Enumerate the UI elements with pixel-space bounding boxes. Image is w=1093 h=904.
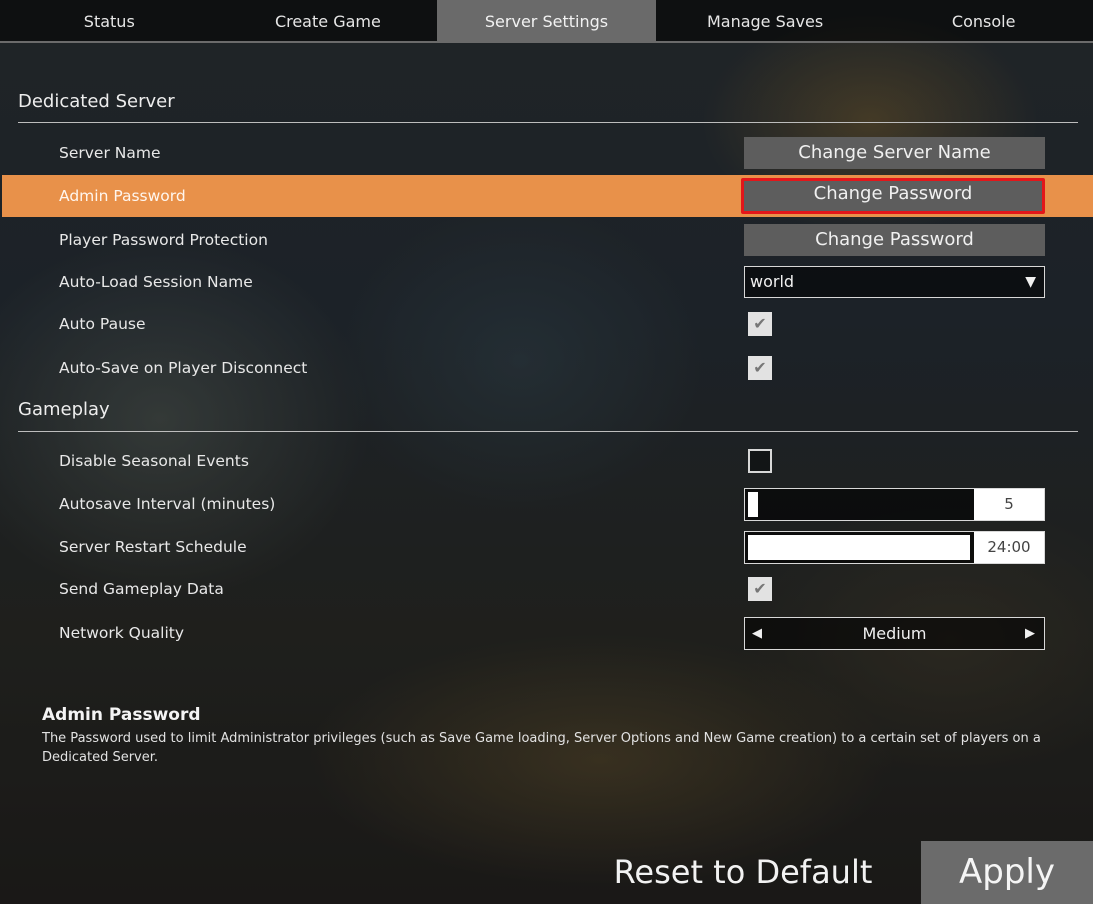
setting-label: Server Restart Schedule bbox=[59, 538, 247, 556]
apply-button[interactable]: Apply bbox=[921, 841, 1093, 904]
setting-label: Server Name bbox=[59, 144, 161, 162]
autosave-interval-slider[interactable]: 5 bbox=[744, 488, 1045, 521]
tab-manage-saves[interactable]: Manage Saves bbox=[656, 0, 875, 43]
network-quality-selector[interactable]: ◀ Medium ▶ bbox=[744, 617, 1045, 650]
setting-row-server-name: Server Name Change Server Name bbox=[0, 132, 1093, 174]
checkmark-icon: ✔ bbox=[753, 358, 767, 377]
section-title-gameplay: Gameplay bbox=[18, 399, 110, 420]
setting-row-auto-save-disconnect: Auto-Save on Player Disconnect ✔ bbox=[0, 347, 1093, 389]
auto-load-session-dropdown[interactable]: world ▼ bbox=[744, 266, 1045, 298]
restart-schedule-slider[interactable]: 24:00 bbox=[744, 531, 1045, 564]
reset-to-default-button[interactable]: Reset to Default bbox=[604, 841, 882, 904]
tab-server-settings[interactable]: Server Settings bbox=[437, 0, 656, 43]
auto-pause-checkbox[interactable]: ✔ bbox=[748, 312, 772, 336]
setting-row-auto-pause: Auto Pause ✔ bbox=[0, 303, 1093, 345]
setting-label: Send Gameplay Data bbox=[59, 580, 224, 598]
selector-value: Medium bbox=[862, 624, 927, 643]
setting-row-auto-load-session: Auto-Load Session Name world ▼ bbox=[0, 261, 1093, 303]
setting-label: Admin Password bbox=[59, 187, 186, 205]
section-divider bbox=[18, 431, 1078, 432]
triangle-left-icon[interactable]: ◀ bbox=[747, 618, 767, 649]
setting-row-player-password: Player Password Protection Change Passwo… bbox=[0, 219, 1093, 261]
tab-console[interactable]: Console bbox=[874, 0, 1093, 43]
change-admin-password-button[interactable]: Change Password bbox=[741, 178, 1045, 214]
setting-row-admin-password[interactable]: Admin Password Change Password bbox=[2, 175, 1093, 217]
triangle-down-icon: ▼ bbox=[1025, 274, 1036, 290]
slider-track bbox=[748, 535, 974, 560]
send-gameplay-data-checkbox[interactable]: ✔ bbox=[748, 577, 772, 601]
slider-fill bbox=[748, 535, 970, 560]
setting-label: Auto-Load Session Name bbox=[59, 273, 253, 291]
setting-label: Network Quality bbox=[59, 624, 185, 642]
setting-label: Player Password Protection bbox=[59, 231, 268, 249]
setting-row-network-quality: Network Quality ◀ Medium ▶ bbox=[0, 612, 1093, 654]
setting-row-autosave-interval: Autosave Interval (minutes) 5 bbox=[0, 483, 1093, 525]
tab-create-game[interactable]: Create Game bbox=[219, 0, 438, 43]
slider-value[interactable]: 5 bbox=[974, 489, 1044, 520]
setting-row-send-gameplay-data: Send Gameplay Data ✔ bbox=[0, 568, 1093, 610]
checkmark-icon: ✔ bbox=[753, 579, 767, 598]
checkmark-icon: ✔ bbox=[753, 314, 767, 333]
slider-fill bbox=[748, 492, 758, 517]
tab-bar: Status Create Game Server Settings Manag… bbox=[0, 0, 1093, 43]
dropdown-value: world bbox=[750, 272, 795, 291]
disable-seasonal-events-checkbox[interactable] bbox=[748, 449, 772, 473]
description-text: The Password used to limit Administrator… bbox=[42, 731, 1041, 765]
slider-value[interactable]: 24:00 bbox=[974, 532, 1044, 563]
section-divider bbox=[18, 122, 1078, 123]
setting-label: Disable Seasonal Events bbox=[59, 452, 249, 470]
setting-row-restart-schedule: Server Restart Schedule 24:00 bbox=[0, 526, 1093, 568]
change-server-name-button[interactable]: Change Server Name bbox=[744, 137, 1045, 169]
setting-label: Autosave Interval (minutes) bbox=[59, 495, 276, 513]
change-player-password-button[interactable]: Change Password bbox=[744, 224, 1045, 256]
setting-label: Auto Pause bbox=[59, 315, 146, 333]
slider-track bbox=[748, 492, 974, 517]
setting-label: Auto-Save on Player Disconnect bbox=[59, 359, 308, 377]
setting-row-disable-seasonal: Disable Seasonal Events bbox=[0, 440, 1093, 482]
auto-save-disconnect-checkbox[interactable]: ✔ bbox=[748, 356, 772, 380]
triangle-right-icon[interactable]: ▶ bbox=[1020, 618, 1040, 649]
description-title: Admin Password bbox=[42, 705, 201, 725]
tab-status[interactable]: Status bbox=[0, 0, 219, 43]
section-title-dedicated-server: Dedicated Server bbox=[18, 91, 175, 112]
